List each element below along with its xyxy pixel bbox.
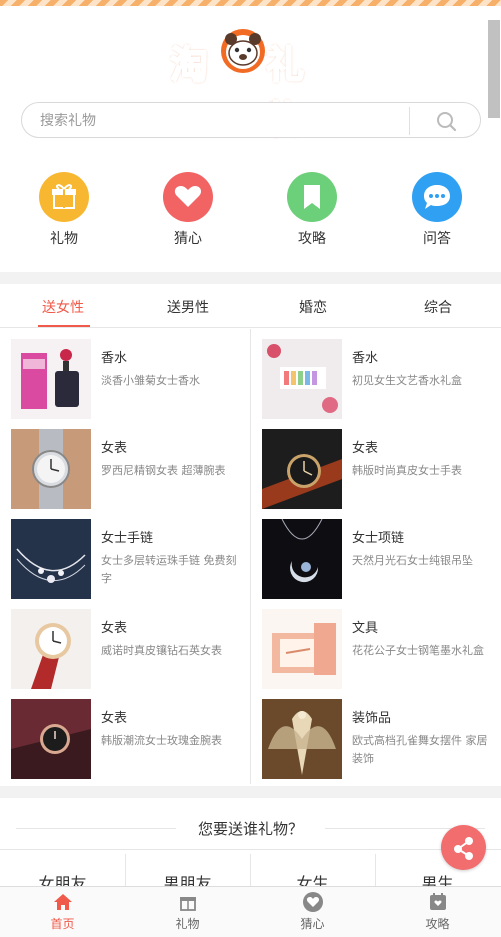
nav-gift[interactable]: 礼物 bbox=[125, 891, 250, 932]
product-card[interactable]: 女表 韩版时尚真皮女士手表 bbox=[251, 419, 501, 509]
search-icon bbox=[437, 112, 457, 132]
chat-bubble-icon bbox=[412, 172, 462, 222]
category-guides[interactable]: 攻略 bbox=[272, 172, 352, 248]
nav-label: 礼物 bbox=[175, 917, 200, 931]
product-card[interactable]: 女士项链 天然月光石女士纯银吊坠 bbox=[251, 509, 501, 599]
category-guess-heart[interactable]: 猜心 bbox=[148, 172, 228, 248]
heart-icon bbox=[302, 891, 324, 913]
category-label: 攻略 bbox=[298, 231, 326, 247]
product-image-peacock-ornament bbox=[262, 699, 342, 779]
product-title: 文具 bbox=[352, 621, 379, 636]
category-qa[interactable]: 问答 bbox=[397, 172, 477, 248]
product-tabs: 送女性 送男性 婚恋 综合 bbox=[0, 284, 501, 328]
tab-general[interactable]: 综合 bbox=[378, 297, 498, 317]
home-icon bbox=[52, 891, 74, 913]
product-title: 装饰品 bbox=[352, 711, 392, 726]
product-card[interactable]: 女表 韩版潮流女士玫瑰金腕表 bbox=[0, 689, 250, 779]
product-desc: 淡香小雏菊女士香水 bbox=[101, 374, 200, 387]
product-image-bracelet bbox=[11, 519, 91, 599]
heart-icon bbox=[163, 172, 213, 222]
gift-recipient-header: 您要送谁礼物？ bbox=[0, 808, 501, 848]
product-desc: 天然月光石女士纯银吊坠 bbox=[352, 554, 473, 567]
product-image-rhinestone-watch bbox=[11, 609, 91, 689]
scrollbar-thumb[interactable] bbox=[488, 20, 500, 118]
gift-icon bbox=[39, 172, 89, 222]
logo-text-left: 淘 bbox=[169, 42, 209, 88]
product-desc: 花花公子女士钢笔墨水礼盒 bbox=[352, 644, 484, 657]
product-image-necklace bbox=[262, 519, 342, 599]
product-card[interactable]: 装饰品 欧式高档孔雀舞女摆件 家居装饰 bbox=[251, 689, 501, 779]
product-title: 女表 bbox=[101, 621, 128, 636]
top-decorative-stripe bbox=[0, 0, 501, 6]
search-button[interactable] bbox=[422, 107, 472, 135]
category-label: 问答 bbox=[423, 231, 451, 247]
nav-label: 猜心 bbox=[300, 917, 325, 931]
category-gift[interactable]: 礼物 bbox=[24, 172, 104, 248]
product-desc: 罗西尼精钢女表 超薄腕表 bbox=[101, 464, 226, 477]
product-desc: 初见女生文艺香水礼盒 bbox=[352, 374, 462, 387]
product-image-rose-gold-watch bbox=[11, 699, 91, 779]
product-title: 女士项链 bbox=[352, 531, 405, 546]
bookmark-icon bbox=[287, 172, 337, 222]
nav-label: 首页 bbox=[50, 917, 75, 931]
category-label: 礼物 bbox=[50, 231, 78, 247]
product-title: 女表 bbox=[101, 711, 128, 726]
product-image-leather-watch bbox=[262, 429, 342, 509]
product-card[interactable]: 香水 淡香小雏菊女士香水 bbox=[0, 329, 250, 419]
calendar-icon bbox=[427, 891, 449, 913]
search-input[interactable] bbox=[40, 110, 400, 132]
product-card[interactable]: 香水 初见女生文艺香水礼盒 bbox=[251, 329, 501, 419]
bottom-navigation: 首页 礼物 猜心 攻略 bbox=[0, 886, 501, 937]
tab-for-men[interactable]: 送男性 bbox=[128, 297, 248, 317]
product-title: 香水 bbox=[101, 351, 128, 366]
tab-romance[interactable]: 婚恋 bbox=[253, 297, 373, 317]
product-card[interactable]: 女士手链 女士多层转运珠手链 免费刻字 bbox=[0, 509, 250, 599]
product-image-steel-watch bbox=[11, 429, 91, 509]
gift-icon bbox=[177, 891, 199, 913]
search-bar bbox=[21, 102, 481, 138]
product-image-pen-set bbox=[262, 609, 342, 689]
product-card[interactable]: 女表 威诺时真皮镶钻石英女表 bbox=[0, 599, 250, 689]
product-desc: 威诺时真皮镶钻石英女表 bbox=[101, 644, 222, 657]
nav-label: 攻略 bbox=[425, 917, 450, 931]
product-desc: 韩版潮流女士玫瑰金腕表 bbox=[101, 734, 222, 747]
product-image-perfume-set bbox=[262, 339, 342, 419]
tab-for-women[interactable]: 送女性 bbox=[3, 297, 123, 317]
nav-guess-heart[interactable]: 猜心 bbox=[250, 891, 375, 932]
product-desc: 欧式高档孔雀舞女摆件 家居装饰 bbox=[352, 734, 488, 765]
product-grid: 香水 淡香小雏菊女士香水 香水 初见女生文艺香水礼盒 女表 罗西尼精钢女表 超薄… bbox=[0, 329, 501, 784]
active-tab-indicator bbox=[38, 325, 90, 327]
product-image-perfume bbox=[11, 339, 91, 419]
category-label: 猜心 bbox=[174, 231, 202, 247]
product-title: 香水 bbox=[352, 351, 379, 366]
search-divider bbox=[409, 107, 410, 135]
product-card[interactable]: 文具 花花公子女士钢笔墨水礼盒 bbox=[251, 599, 501, 689]
share-button[interactable] bbox=[441, 825, 486, 870]
product-title: 女表 bbox=[352, 441, 379, 456]
nav-home[interactable]: 首页 bbox=[0, 891, 125, 932]
share-icon bbox=[454, 837, 473, 860]
product-desc: 女士多层转运珠手链 免费刻字 bbox=[101, 554, 237, 585]
section-divider bbox=[0, 786, 501, 798]
product-desc: 韩版时尚真皮女士手表 bbox=[352, 464, 462, 477]
product-title: 女表 bbox=[101, 441, 128, 456]
product-title: 女士手链 bbox=[101, 531, 154, 546]
product-card[interactable]: 女表 罗西尼精钢女表 超薄腕表 bbox=[0, 419, 250, 509]
recipient-options: 女朋友 男朋友 女生 男生 bbox=[0, 849, 501, 893]
section-divider bbox=[0, 272, 501, 284]
category-shortcuts: 礼物 猜心 攻略 问答 bbox=[0, 172, 501, 252]
app-logo: 淘 礼物 bbox=[169, 20, 332, 143]
nav-guides[interactable]: 攻略 bbox=[375, 891, 500, 932]
bear-mascot-icon bbox=[221, 29, 265, 73]
